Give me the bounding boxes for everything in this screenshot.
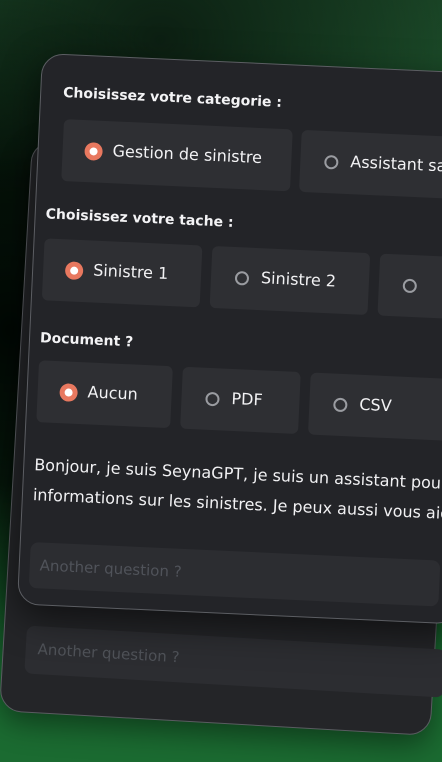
option-sinistre-1[interactable]: Sinistre 1 — [41, 238, 203, 308]
radio-unselected-icon — [205, 391, 220, 407]
option-label: Assistant sa — [349, 152, 442, 176]
radio-selected-icon — [59, 383, 79, 402]
radio-selected-icon — [84, 142, 103, 161]
task-label: Choisissez votre tache : — [45, 206, 234, 231]
question-field — [28, 541, 441, 607]
radio-unselected-icon — [333, 397, 348, 413]
option-label: PDF — [231, 388, 264, 410]
radio-unselected-icon — [324, 154, 339, 170]
option-label: CSV — [358, 394, 393, 416]
document-label: Document ? — [39, 330, 134, 351]
option-sinistre-2[interactable]: Sinistre 2 — [209, 245, 371, 316]
background-question-field: Another question ? — [24, 625, 442, 698]
option-aucun[interactable]: Aucun — [36, 360, 173, 429]
assistant-message: Bonjour, je suis SeynaGPT, je suis un as… — [32, 450, 442, 529]
option-task-third[interactable] — [377, 253, 442, 321]
option-label: Sinistre 1 — [92, 260, 169, 283]
option-label: Gestion de sinistre — [112, 141, 263, 168]
option-csv[interactable]: CSV — [307, 372, 442, 441]
radio-unselected-icon — [402, 278, 418, 294]
category-label: Choisissez votre categorie : — [62, 85, 283, 111]
option-label: Sinistre 2 — [260, 268, 337, 291]
question-input[interactable] — [28, 541, 441, 607]
option-pdf[interactable]: PDF — [180, 366, 301, 435]
radio-unselected-icon — [234, 270, 250, 286]
background-question-placeholder: Another question ? — [37, 640, 181, 667]
radio-selected-icon — [64, 261, 84, 281]
chat-card: Choisissez votre categorie : Gestion de … — [16, 53, 442, 625]
option-assistant[interactable]: Assistant sa — [298, 129, 442, 201]
option-label: Aucun — [87, 382, 139, 404]
option-gestion-de-sinistre[interactable]: Gestion de sinistre — [61, 119, 293, 192]
